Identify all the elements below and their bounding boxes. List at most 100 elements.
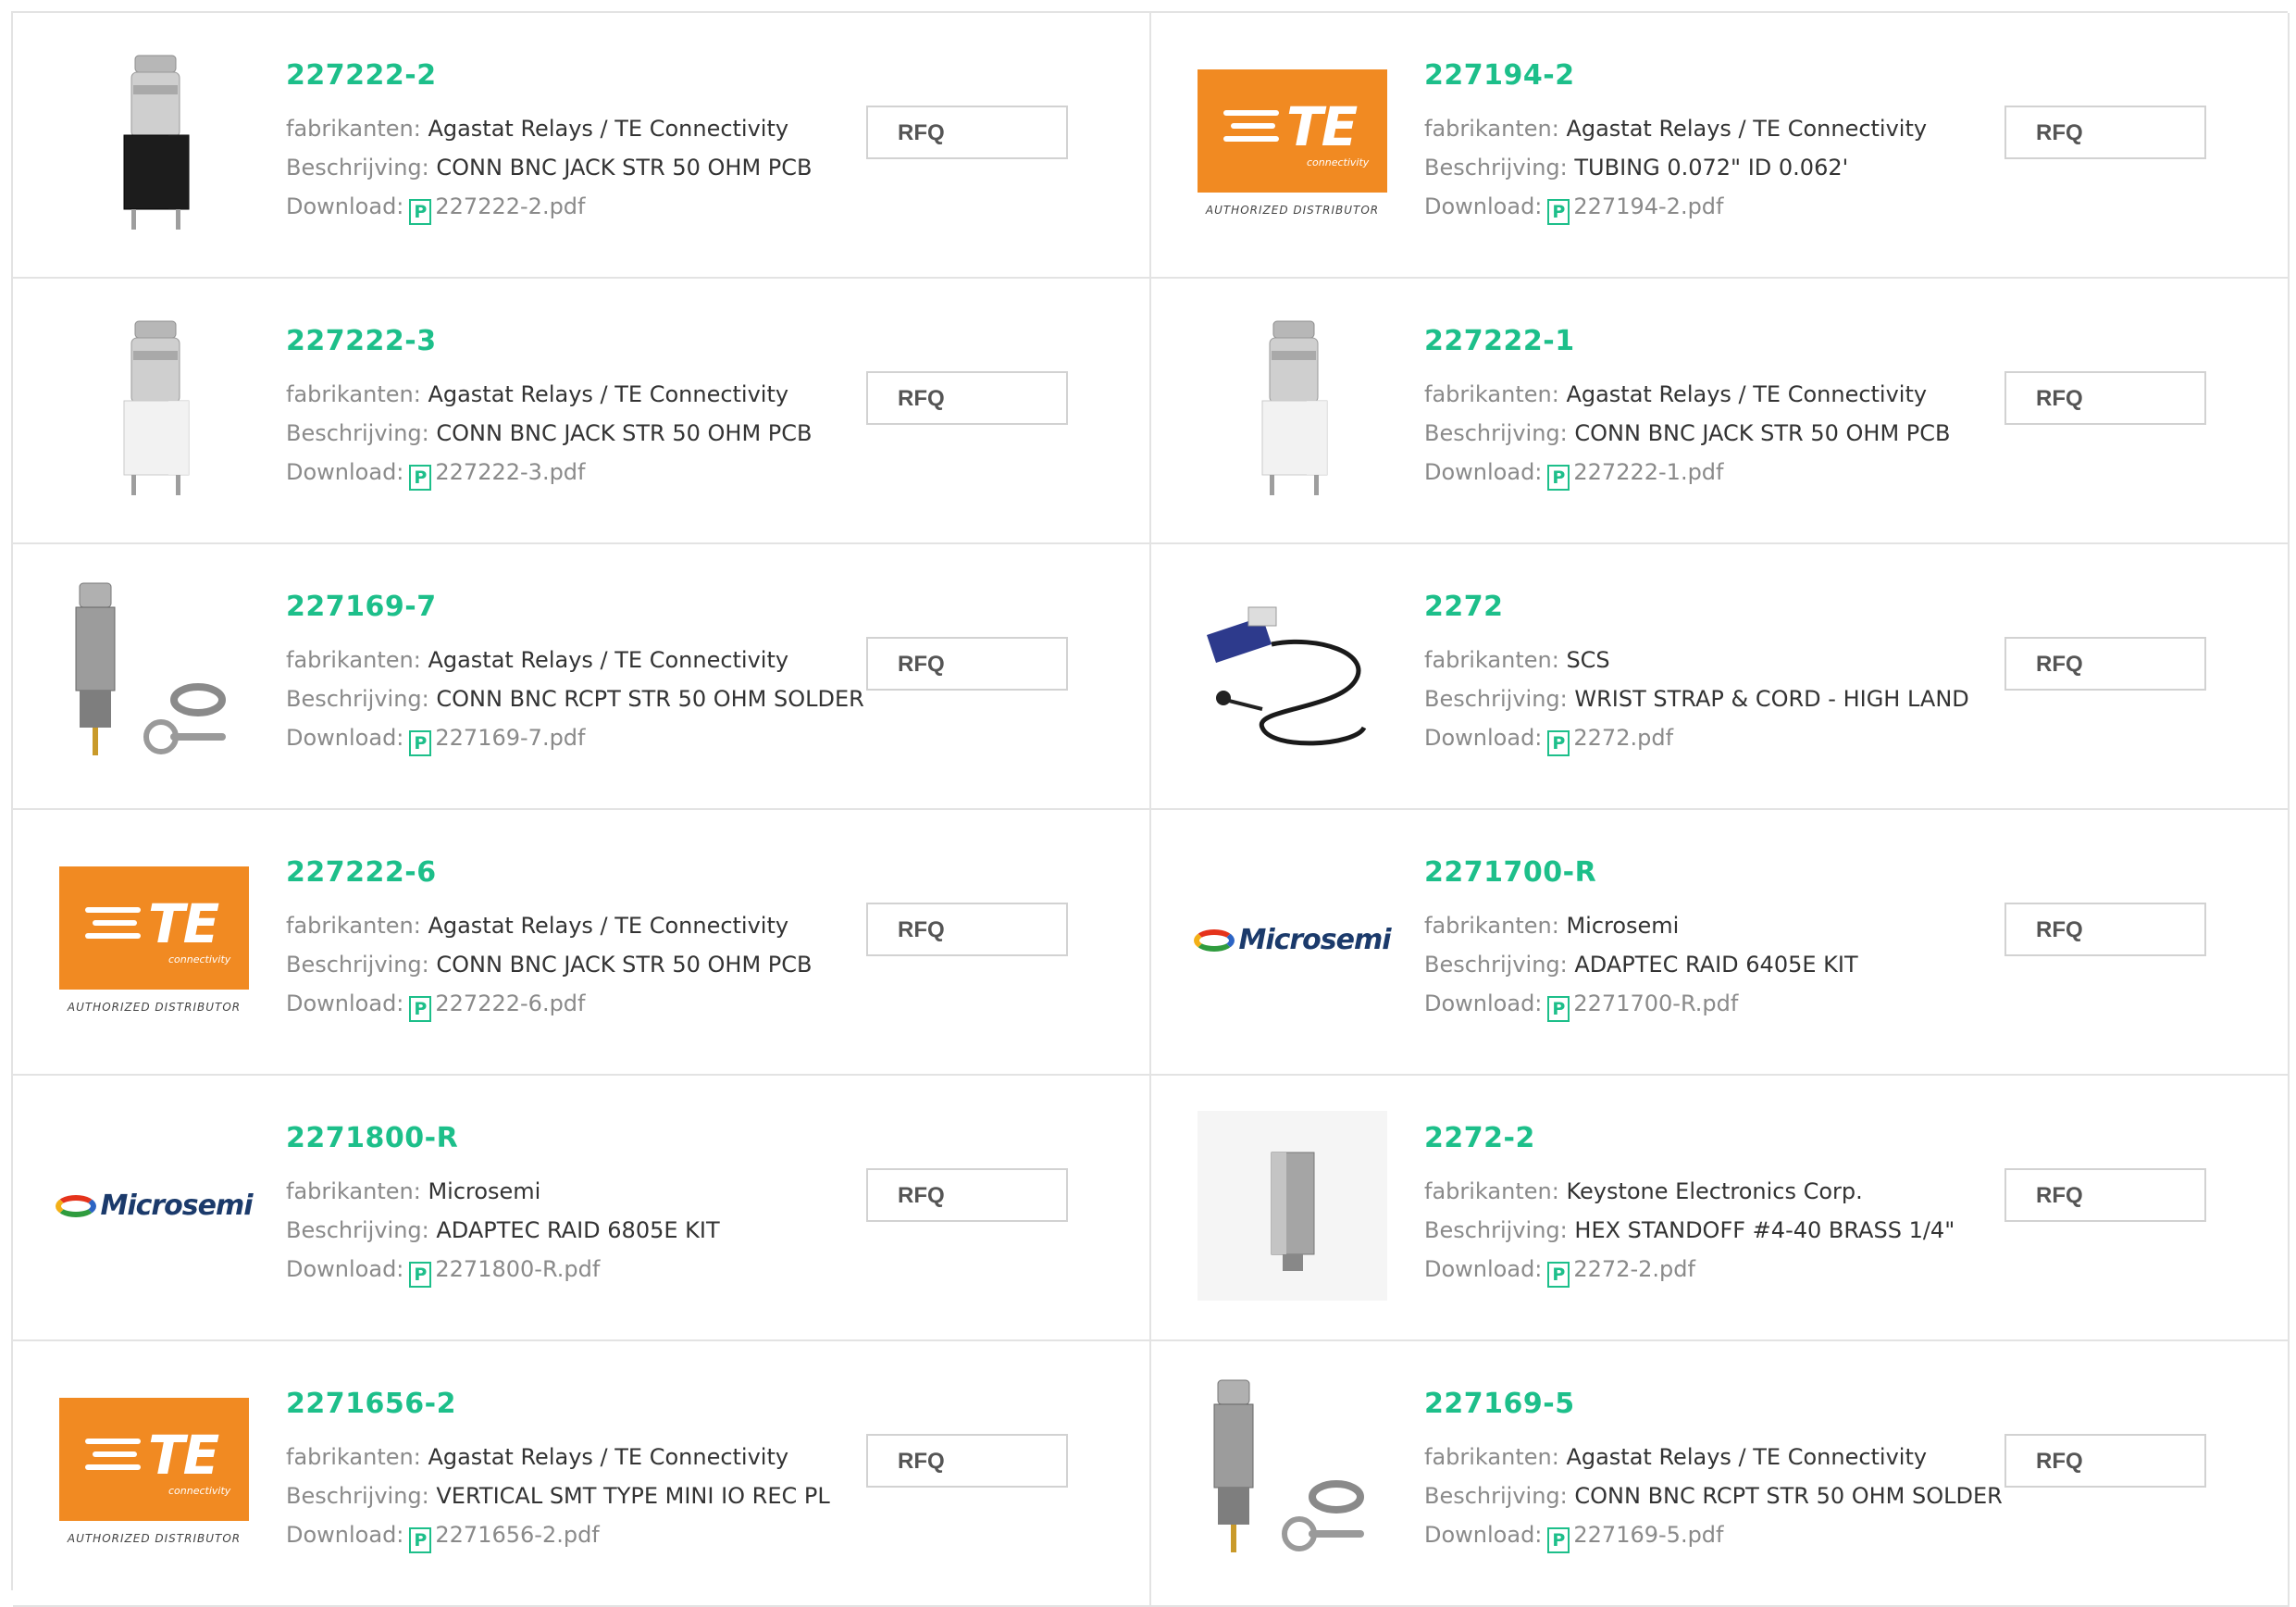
datasheet-link[interactable]: 2272-2.pdf [1573,1256,1695,1282]
pdf-icon[interactable]: P [409,199,432,225]
datasheet-link[interactable]: 227169-7.pdf [435,725,585,751]
part-number-link[interactable]: 227222-1 [1424,325,1951,358]
product-image[interactable] [59,48,249,238]
description-row: Beschrijving: TUBING 0.072" ID 0.062' [1424,148,1927,187]
rfq-button[interactable]: RFQ [866,371,1068,425]
product-image[interactable]: Microsemi [1194,845,1392,1035]
pdf-icon[interactable]: P [1547,1262,1570,1288]
rfq-button[interactable]: RFQ [2004,1168,2206,1222]
rfq-button[interactable]: RFQ [866,903,1068,956]
manufacturer-row: fabrikanten: Agastat Relays / TE Connect… [1424,375,1951,414]
description-label: Beschrijving: [1424,1483,1568,1509]
rfq-button[interactable]: RFQ [866,637,1068,691]
manufacturer-label: fabrikanten: [286,1444,421,1470]
pdf-icon[interactable]: P [409,996,432,1022]
pdf-icon[interactable]: P [409,465,432,491]
download-row: Download: P 227222-1.pdf [1424,453,1951,492]
product-image[interactable] [59,314,249,504]
manufacturer-value: Agastat Relays / TE Connectivity [428,1444,789,1470]
manufacturer-row: fabrikanten: Agastat Relays / TE Connect… [286,1438,830,1476]
part-number-link[interactable]: 227222-3 [286,325,813,358]
part-number-link[interactable]: 2271800-R [286,1122,720,1155]
product-image[interactable] [1198,314,1387,504]
description-label: Beschrijving: [1424,155,1568,181]
product-card-2271656-2: TE connectivity AUTHORIZED DISTRIBUTOR 2… [13,1341,1151,1607]
part-number-link[interactable]: 227169-5 [1424,1388,2003,1421]
product-info: 227222-6 fabrikanten: Agastat Relays / T… [286,856,813,1023]
pdf-icon[interactable]: P [409,1262,432,1288]
pdf-icon[interactable]: P [1547,1527,1570,1553]
rfq-button[interactable]: RFQ [866,1168,1068,1222]
product-image[interactable] [1198,1111,1387,1301]
rfq-button[interactable]: RFQ [2004,637,2206,691]
pdf-icon[interactable]: P [1547,199,1570,225]
manufacturer-label: fabrikanten: [286,647,421,673]
part-number-link[interactable]: 227169-7 [286,591,864,624]
download-row: Download: P 227222-2.pdf [286,187,813,226]
datasheet-link[interactable]: 227194-2.pdf [1573,193,1723,219]
product-card-2271800-R: Microsemi 2271800-R fabrikanten: Microse… [13,1076,1151,1341]
product-info: 2272 fabrikanten: SCS Beschrijving: WRIS… [1424,591,1969,757]
datasheet-link[interactable]: 227222-2.pdf [435,193,585,219]
description-label: Beschrijving: [286,1217,429,1243]
part-number-link[interactable]: 2271700-R [1424,856,1858,890]
manufacturer-value: Keystone Electronics Corp. [1566,1178,1863,1204]
pdf-icon[interactable]: P [1547,465,1570,491]
product-image[interactable]: TE connectivity AUTHORIZED DISTRIBUTOR [59,845,249,1035]
datasheet-link[interactable]: 2271656-2.pdf [435,1522,599,1548]
pdf-icon[interactable]: P [409,1527,432,1553]
microsemi-logo: Microsemi [1194,924,1392,956]
product-card-2272-2: 2272-2 fabrikanten: Keystone Electronics… [1151,1076,2290,1341]
part-number-link[interactable]: 227194-2 [1424,59,1927,93]
datasheet-link[interactable]: 227222-3.pdf [435,459,585,485]
product-info: 227169-7 fabrikanten: Agastat Relays / T… [286,591,864,757]
download-row: Download: P 227169-7.pdf [286,718,864,757]
rfq-button[interactable]: RFQ [2004,371,2206,425]
product-card-227169-5: 227169-5 fabrikanten: Agastat Relays / T… [1151,1341,2290,1607]
rfq-button[interactable]: RFQ [2004,106,2206,159]
product-image[interactable]: Microsemi [56,1111,254,1301]
part-number-link[interactable]: 2271656-2 [286,1388,830,1421]
description-row: Beschrijving: CONN BNC JACK STR 50 OHM P… [286,414,813,453]
manufacturer-row: fabrikanten: Agastat Relays / TE Connect… [286,641,864,679]
product-image[interactable]: TE connectivity AUTHORIZED DISTRIBUTOR [1198,48,1387,238]
product-info: 227222-3 fabrikanten: Agastat Relays / T… [286,325,813,492]
product-image[interactable]: TE connectivity AUTHORIZED DISTRIBUTOR [59,1377,249,1566]
part-number-link[interactable]: 2272-2 [1424,1122,1955,1155]
product-image[interactable] [1198,1377,1387,1566]
part-number-link[interactable]: 2272 [1424,591,1969,624]
datasheet-link[interactable]: 2271800-R.pdf [435,1256,600,1282]
datasheet-link[interactable]: 227169-5.pdf [1573,1522,1723,1548]
download-label: Download: [1424,990,1543,1016]
product-card-2271700-R: Microsemi 2271700-R fabrikanten: Microse… [1151,810,2290,1076]
rfq-button[interactable]: RFQ [866,106,1068,159]
description-label: Beschrijving: [1424,952,1568,978]
rfq-button[interactable]: RFQ [2004,903,2206,956]
pdf-icon[interactable]: P [409,730,432,756]
manufacturer-row: fabrikanten: Microsemi [286,1172,720,1211]
product-image[interactable] [1198,579,1387,769]
rfq-button[interactable]: RFQ [2004,1434,2206,1488]
description-value: TUBING 0.072" ID 0.062' [1574,155,1849,181]
product-info: 2272-2 fabrikanten: Keystone Electronics… [1424,1122,1955,1289]
hex-standoff-icon [1198,1111,1387,1301]
te-connectivity-logo: TE connectivity AUTHORIZED DISTRIBUTOR [59,866,249,1014]
pdf-icon[interactable]: P [1547,996,1570,1022]
bnc-connector-icon [123,55,190,230]
description-label: Beschrijving: [286,420,429,446]
part-number-link[interactable]: 227222-2 [286,59,813,93]
datasheet-link[interactable]: 227222-1.pdf [1573,459,1723,485]
download-row: Download: P 227222-6.pdf [286,984,813,1023]
pdf-icon[interactable]: P [1547,730,1570,756]
datasheet-link[interactable]: 227222-6.pdf [435,990,585,1016]
manufacturer-value: Microsemi [428,1178,541,1204]
description-label: Beschrijving: [1424,1217,1568,1243]
product-image[interactable] [59,579,249,769]
datasheet-link[interactable]: 2271700-R.pdf [1573,990,1738,1016]
description-value: ADAPTEC RAID 6805E KIT [436,1217,720,1243]
download-row: Download: P 2271800-R.pdf [286,1250,720,1289]
datasheet-link[interactable]: 2272.pdf [1573,725,1673,751]
download-row: Download: P 2271700-R.pdf [1424,984,1858,1023]
part-number-link[interactable]: 227222-6 [286,856,813,890]
rfq-button[interactable]: RFQ [866,1434,1068,1488]
